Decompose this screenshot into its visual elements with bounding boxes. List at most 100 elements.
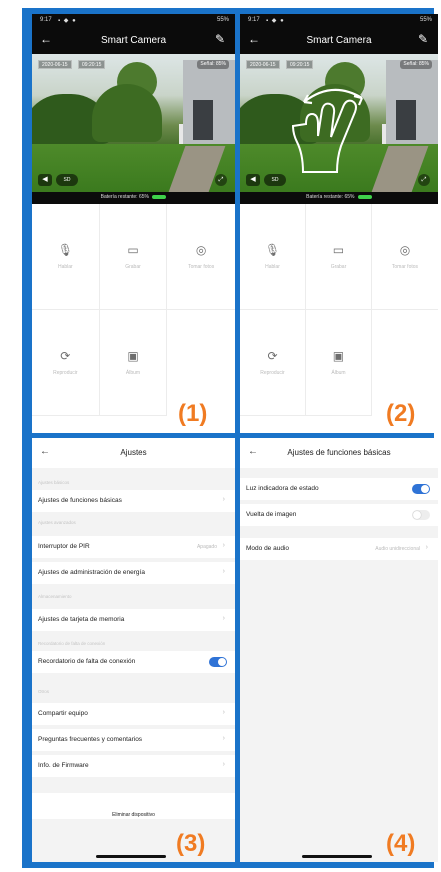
control-label: Hablar <box>57 264 73 270</box>
firmware-info-row[interactable]: Info. de Firmware › <box>32 755 235 777</box>
row-label: Luz indicadora de estado <box>246 485 319 492</box>
talk-button[interactable]: 🎙 Hablar <box>240 204 306 310</box>
offline-reminder-row: Recordatorio de falta de conexión <box>32 651 235 673</box>
step-number: (3) <box>176 830 206 857</box>
image-icon: ▣ <box>332 349 345 363</box>
edit-pencil-icon[interactable]: ✎ <box>418 32 428 46</box>
image-flip-row: Vuelta de imagen <box>240 504 438 526</box>
camera-header: 9:17 ▪ ◆ ● 55% ← Smart Camera ✎ 2020-06-… <box>240 14 438 204</box>
section-header: Otros <box>38 689 50 694</box>
video-camera-icon: ▭ <box>127 243 139 257</box>
sd-quality-button[interactable]: SD <box>264 174 286 186</box>
pir-switch-row[interactable]: Interruptor de PIR Apagado › <box>32 536 235 558</box>
chevron-right-icon: › <box>425 544 428 551</box>
control-label: Grabar <box>330 264 347 270</box>
chevron-right-icon: › <box>222 761 225 768</box>
edit-pencil-icon[interactable]: ✎ <box>215 32 225 46</box>
record-button[interactable]: ▭ Grabar <box>99 204 168 310</box>
album-button[interactable]: ▣ Álbum <box>99 310 168 416</box>
control-label: Reproducir <box>260 370 285 376</box>
memory-card-row[interactable]: Ajustes de tarjeta de memoria › <box>32 609 235 631</box>
record-button[interactable]: ▭ Grabar <box>305 204 372 310</box>
row-label: Ajustes de tarjeta de memoria <box>38 616 125 623</box>
row-label: Modo de audio <box>246 545 290 552</box>
status-light-row: Luz indicadora de estado <box>240 478 438 500</box>
offline-reminder-toggle[interactable] <box>209 657 227 667</box>
audio-mode-row[interactable]: Modo de audio Audio unidireccional › <box>240 538 438 560</box>
fullscreen-icon[interactable]: ⤢ <box>418 174 430 186</box>
step-number: (2) <box>386 400 416 427</box>
photo-button[interactable]: ◎ Tomar fotos <box>371 204 438 310</box>
video-time-stamp: 09:20:15 <box>78 60 106 69</box>
sd-quality-button[interactable]: SD <box>56 174 78 186</box>
chevron-right-icon: › <box>222 496 225 503</box>
section-header: Recordatorio de falta de conexión <box>38 641 106 646</box>
control-label: Tomar fotos <box>391 264 419 270</box>
playback-button[interactable]: ⟳ Reproducir <box>32 310 100 416</box>
page-title: Smart Camera <box>100 35 166 46</box>
chevron-right-icon: › <box>222 615 225 622</box>
playback-icon: ⟳ <box>60 349 71 363</box>
image-flip-toggle[interactable] <box>412 510 430 520</box>
speaker-icon[interactable]: ◀ <box>246 174 260 186</box>
delete-device-button[interactable]: Eliminar dispositivo <box>32 793 235 819</box>
microphone-icon: 🎙 <box>57 243 73 257</box>
status-bar: 9:17 ▪ ◆ ● 55% <box>32 14 235 28</box>
live-video[interactable]: 2020-06-15 09:20:15 Señal: 85% ◀ SD ⤢ <box>32 54 235 192</box>
page-title: Smart Camera <box>306 35 372 46</box>
pinch-gesture-icon <box>292 88 364 173</box>
step-number: (4) <box>386 830 416 857</box>
notification-icons: ▪ ◆ ● <box>266 18 285 24</box>
fullscreen-icon[interactable]: ⤢ <box>215 174 227 186</box>
app-bar: ← Smart Camera ✎ <box>240 30 438 52</box>
basic-functions-row[interactable]: Ajustes de funciones básicas › <box>32 490 235 512</box>
video-date-stamp: 2020-06-15 <box>246 60 280 69</box>
faq-row[interactable]: Preguntas frecuentes y comentarios › <box>32 729 235 751</box>
panel-camera-gesture: 9:17 ▪ ◆ ● 55% ← Smart Camera ✎ 2020-06-… <box>240 14 438 433</box>
section-header: Ajustes avanzados <box>38 520 76 525</box>
speaker-icon[interactable]: ◀ <box>38 174 52 186</box>
row-label: Ajustes de funciones básicas <box>38 497 122 504</box>
share-device-row[interactable]: Compartir equipo › <box>32 703 235 725</box>
control-grid: 🎙 Hablar ▭ Grabar ◎ Tomar fotos ⟳ Reprod… <box>240 204 438 416</box>
house-wall <box>386 60 438 152</box>
album-button[interactable]: ▣ Álbum <box>305 310 372 416</box>
row-label: Vuelta de imagen <box>246 511 297 518</box>
app-bar: ← Smart Camera ✎ <box>32 30 235 52</box>
row-label: Interruptor de PIR <box>38 543 90 550</box>
camera-icon: ◎ <box>399 243 411 257</box>
battery-label: Batería restante: 65% <box>306 194 355 200</box>
row-label: Ajustes de administración de energía <box>38 569 145 576</box>
chevron-right-icon: › <box>222 542 225 549</box>
photo-button[interactable]: ◎ Tomar fotos <box>167 204 235 310</box>
chevron-right-icon: › <box>222 709 225 716</box>
battery-remaining: Batería restante: 65% <box>32 194 235 200</box>
signal-strength: Señal: 85% <box>197 60 229 69</box>
battery-remaining: Batería restante: 65% <box>240 194 438 200</box>
talk-button[interactable]: 🎙 Hablar <box>32 204 100 310</box>
home-indicator <box>96 855 166 858</box>
panel-basic-functions: ← Ajustes de funciones básicas Luz indic… <box>240 438 438 862</box>
status-battery: 55% <box>216 17 229 23</box>
basic-functions-header: ← Ajustes de funciones básicas <box>240 438 438 468</box>
notification-icons: ▪ ◆ ● <box>58 18 77 24</box>
row-label: Compartir equipo <box>38 710 88 717</box>
chevron-right-icon: › <box>222 568 225 575</box>
playback-button[interactable]: ⟳ Reproducir <box>240 310 306 416</box>
row-label: Recordatorio de falta de conexión <box>38 658 136 665</box>
control-label: Grabar <box>125 264 141 270</box>
section-header: Almacenamiento <box>38 594 72 599</box>
playback-icon: ⟳ <box>267 349 278 363</box>
power-management-row[interactable]: Ajustes de administración de energía › <box>32 562 235 584</box>
video-date-stamp: 2020-06-15 <box>38 60 72 69</box>
panel-settings: ← Ajustes Ajustes básicos Ajustes de fun… <box>32 438 235 862</box>
chevron-right-icon: › <box>222 735 225 742</box>
row-value: Audio unidireccional <box>375 546 420 552</box>
image-icon: ▣ <box>127 349 139 363</box>
row-label: Info. de Firmware <box>38 762 89 769</box>
status-light-toggle[interactable] <box>412 484 430 494</box>
camera-header: 9:17 ▪ ◆ ● 55% ← Smart Camera ✎ 2020-06-… <box>32 14 235 204</box>
page-title: Ajustes de funciones básicas <box>287 448 391 457</box>
video-time-stamp: 09:20:15 <box>286 60 314 69</box>
control-label: Álbum <box>125 370 141 376</box>
